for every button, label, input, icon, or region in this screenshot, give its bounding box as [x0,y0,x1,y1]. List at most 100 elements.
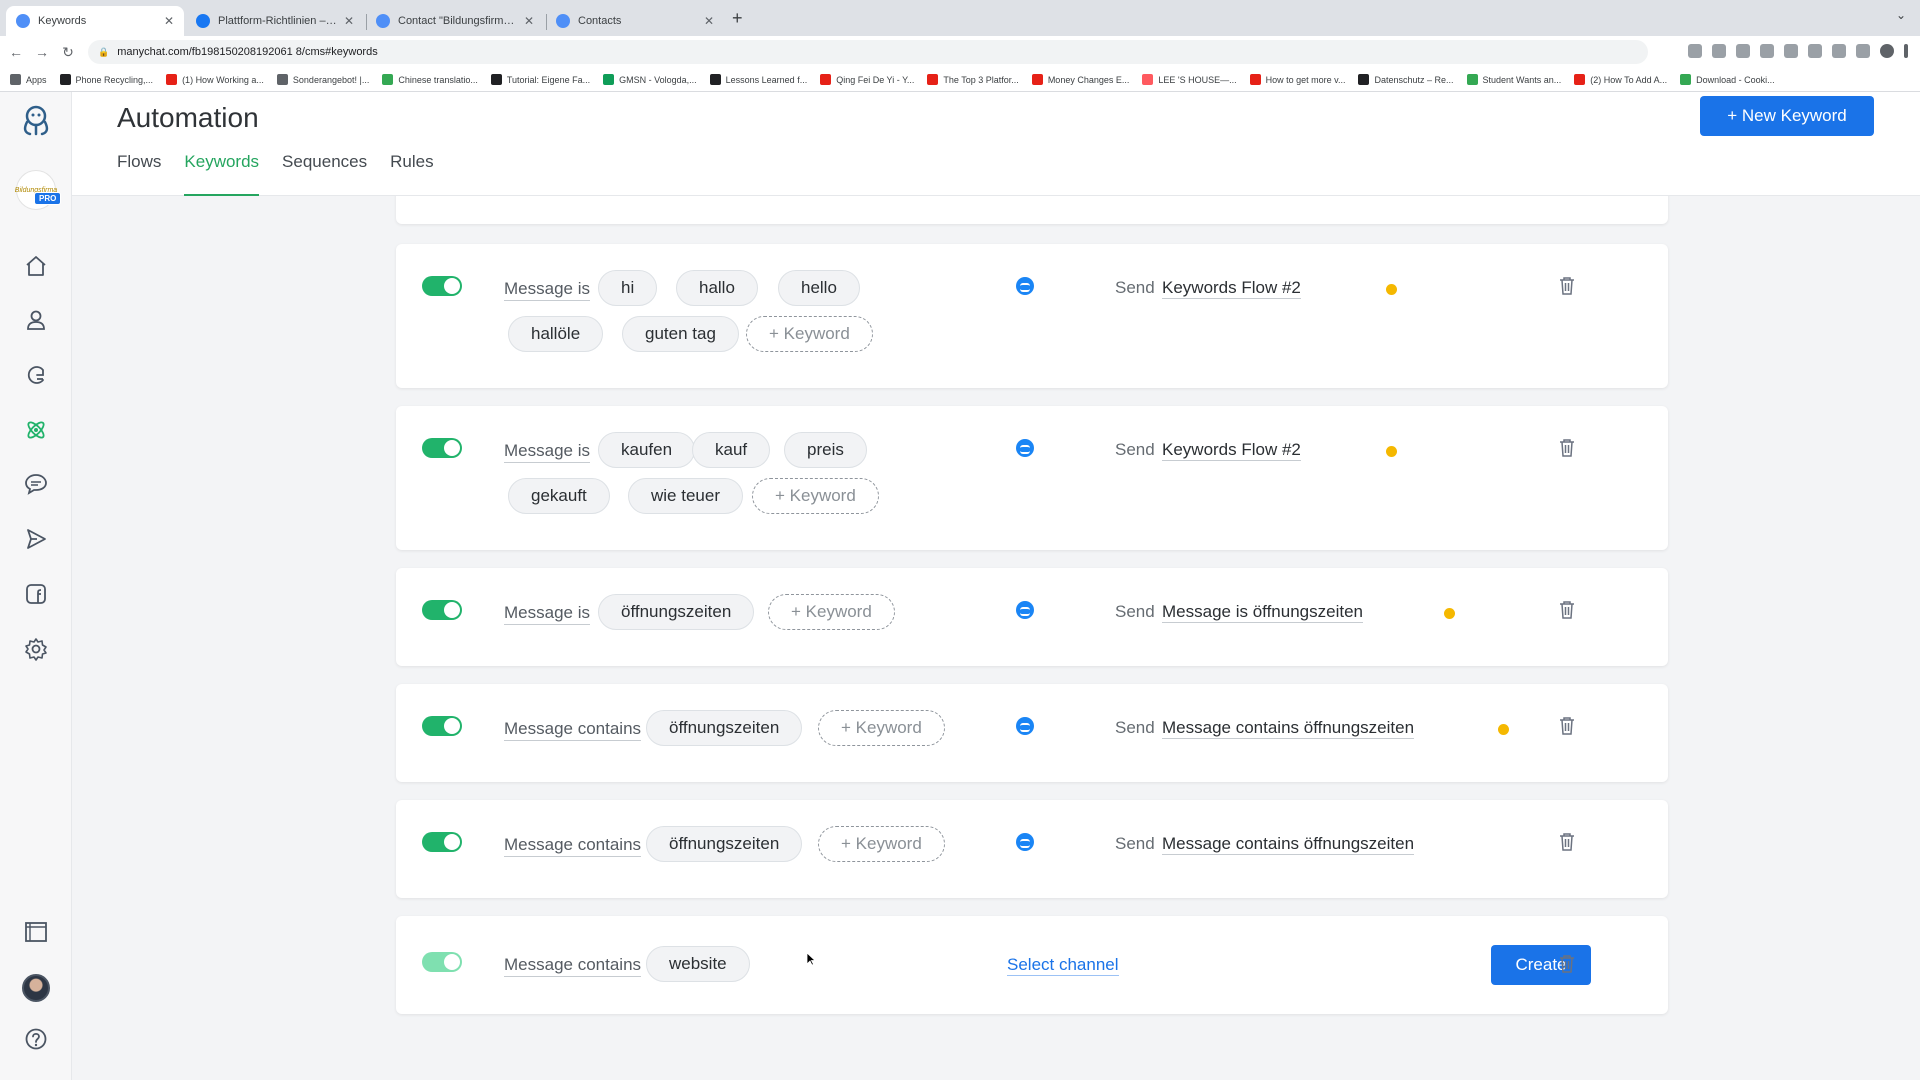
bookmark-item[interactable]: Chinese translatio... [382,74,478,85]
keyword-chip[interactable]: website [646,946,750,982]
keyword-chip[interactable]: wie teuer [628,478,743,514]
tab-rules[interactable]: Rules [390,152,433,196]
keyword-chip[interactable]: gekauft [508,478,610,514]
puzzle-icon[interactable] [1808,44,1822,58]
flow-link[interactable]: Keywords Flow #2 [1162,278,1301,299]
bookmark-item[interactable]: Datenschutz – Re... [1358,74,1454,85]
rule-active-toggle[interactable] [422,716,462,736]
back-icon[interactable]: ← [6,44,26,60]
keyword-chip[interactable]: hallo [676,270,758,306]
delete-rule-icon[interactable] [1558,832,1576,852]
keyword-chip[interactable]: öffnungszeiten [646,710,803,746]
browser-tab-contact[interactable]: Contact "Bildungsfirma" throu ✕ [366,6,544,36]
browser-tab-contacts[interactable]: Contacts ✕ [546,6,724,36]
sidepanel-icon[interactable] [1856,44,1870,58]
close-tab-icon[interactable]: ✕ [164,14,174,28]
flow-link[interactable]: Message is öffnungszeiten [1162,602,1363,623]
share-icon[interactable] [1736,44,1750,58]
sidebar-item-settings[interactable] [18,631,54,667]
keyword-chip[interactable]: öffnungszeiten [598,594,755,630]
tab-sequences[interactable]: Sequences [282,152,367,196]
bookmark-item[interactable]: LEE 'S HOUSE—... [1142,74,1237,85]
address-bar[interactable]: 🔒 manychat.com/fb198150208192061 8/cms#k… [88,40,1648,64]
condition-selector[interactable]: Message contains [504,835,642,857]
condition-selector[interactable]: Message contains [504,955,642,977]
flow-link[interactable]: Keywords Flow #2 [1162,440,1301,461]
add-keyword-button[interactable]: + Keyword [818,710,945,746]
zoom-icon[interactable] [1712,44,1726,58]
condition-selector[interactable]: Message is [504,441,590,463]
bookmark-item[interactable]: (2) How To Add A... [1574,74,1667,85]
bookmark-item[interactable]: Tutorial: Eigene Fa... [490,74,590,85]
close-tab-icon[interactable]: ✕ [524,14,534,28]
browser-tab-platform[interactable]: Plattform-Richtlinien – Übersic ✕ [186,6,364,36]
keyword-chip[interactable]: kaufen [598,432,696,468]
bookmark-item[interactable]: Sonderangebot! |... [276,74,369,85]
close-tab-icon[interactable]: ✕ [704,14,714,28]
bookmark-item[interactable]: How to get more v... [1249,74,1345,85]
sidebar-item-live-chat[interactable] [18,466,54,502]
sidebar-item-contacts[interactable] [18,302,54,338]
delete-rule-icon[interactable] [1558,600,1576,620]
new-keyword-button[interactable]: + New Keyword [1700,96,1874,136]
keyword-chip[interactable]: öffnungszeiten [646,826,803,862]
condition-selector[interactable]: Message is [504,279,590,301]
keyword-chip[interactable]: hi [598,270,658,306]
delete-rule-icon[interactable] [1558,716,1576,736]
sidebar-item-growth-tools[interactable] [18,357,54,393]
bookmark-item[interactable]: Qing Fei De Yi - Y... [820,74,914,85]
bookmark-item[interactable]: Student Wants an... [1466,74,1561,85]
bookmark-item[interactable]: Money Changes E... [1031,74,1129,85]
reload-icon[interactable]: ↻ [58,44,78,61]
keyword-chip[interactable]: hallöle [508,316,604,352]
browser-tab-keywords[interactable]: Keywords ✕ [6,6,184,36]
bookmark-item[interactable]: (1) How Working a... [166,74,264,85]
extension-icon[interactable] [1784,44,1798,58]
reading-list-icon[interactable] [1832,44,1846,58]
sidebar-item-home[interactable] [18,248,54,284]
keyword-chip[interactable]: preis [784,432,867,468]
sidebar-item-facebook-ads[interactable] [18,576,54,612]
condition-selector[interactable]: Message is [504,603,590,625]
delete-rule-icon[interactable] [1558,276,1576,296]
add-keyword-button[interactable]: + Keyword [746,316,873,352]
bookmark-item[interactable]: The Top 3 Platfor... [927,74,1019,85]
delete-rule-icon[interactable] [1558,438,1576,458]
keyword-chip[interactable]: guten tag [622,316,739,352]
sidebar-item-automation[interactable] [18,412,54,448]
rule-active-toggle[interactable] [422,832,462,852]
translate-icon[interactable] [1688,44,1702,58]
profile-avatar-icon[interactable] [1880,44,1894,58]
tab-keywords[interactable]: Keywords [184,152,260,196]
rule-active-toggle[interactable] [422,952,462,972]
bookmark-item[interactable]: Download - Cooki... [1680,74,1775,85]
create-button[interactable]: Create [1491,945,1591,985]
rule-active-toggle[interactable] [422,600,462,620]
new-tab-icon[interactable]: + [732,8,743,29]
bookmark-item[interactable]: Phone Recycling,... [59,74,153,85]
add-keyword-button[interactable]: + Keyword [768,594,895,630]
sidebar-item-help[interactable] [18,1021,54,1057]
keyword-chip[interactable]: kauf [692,432,771,468]
bookmark-item[interactable]: Apps [10,74,47,85]
bookmark-item[interactable]: GMSN - Vologda,... [603,74,697,85]
user-avatar[interactable] [22,974,50,1002]
manychat-logo-icon[interactable] [16,100,56,140]
close-tab-icon[interactable]: ✕ [344,14,354,28]
sidebar-item-broadcasting[interactable] [18,521,54,557]
rule-active-toggle[interactable] [422,276,462,296]
flow-link[interactable]: Message contains öffnungszeiten [1162,834,1415,855]
keyword-chip[interactable]: hello [778,270,860,306]
menu-dots-icon[interactable] [1904,44,1908,58]
add-keyword-button[interactable]: + Keyword [818,826,945,862]
rule-active-toggle[interactable] [422,438,462,458]
flow-link[interactable]: Message contains öffnungszeiten [1162,718,1415,739]
bookmark-star-icon[interactable] [1760,44,1774,58]
delete-rule-icon[interactable] [1558,954,1576,974]
tab-search-icon[interactable]: ⌄ [1896,8,1906,22]
tab-flows[interactable]: Flows [117,152,161,196]
sidebar-item-templates[interactable] [18,914,54,950]
select-channel-link[interactable]: Select channel [1007,955,1119,976]
forward-icon[interactable]: → [32,44,52,60]
add-keyword-button[interactable]: + Keyword [752,478,879,514]
